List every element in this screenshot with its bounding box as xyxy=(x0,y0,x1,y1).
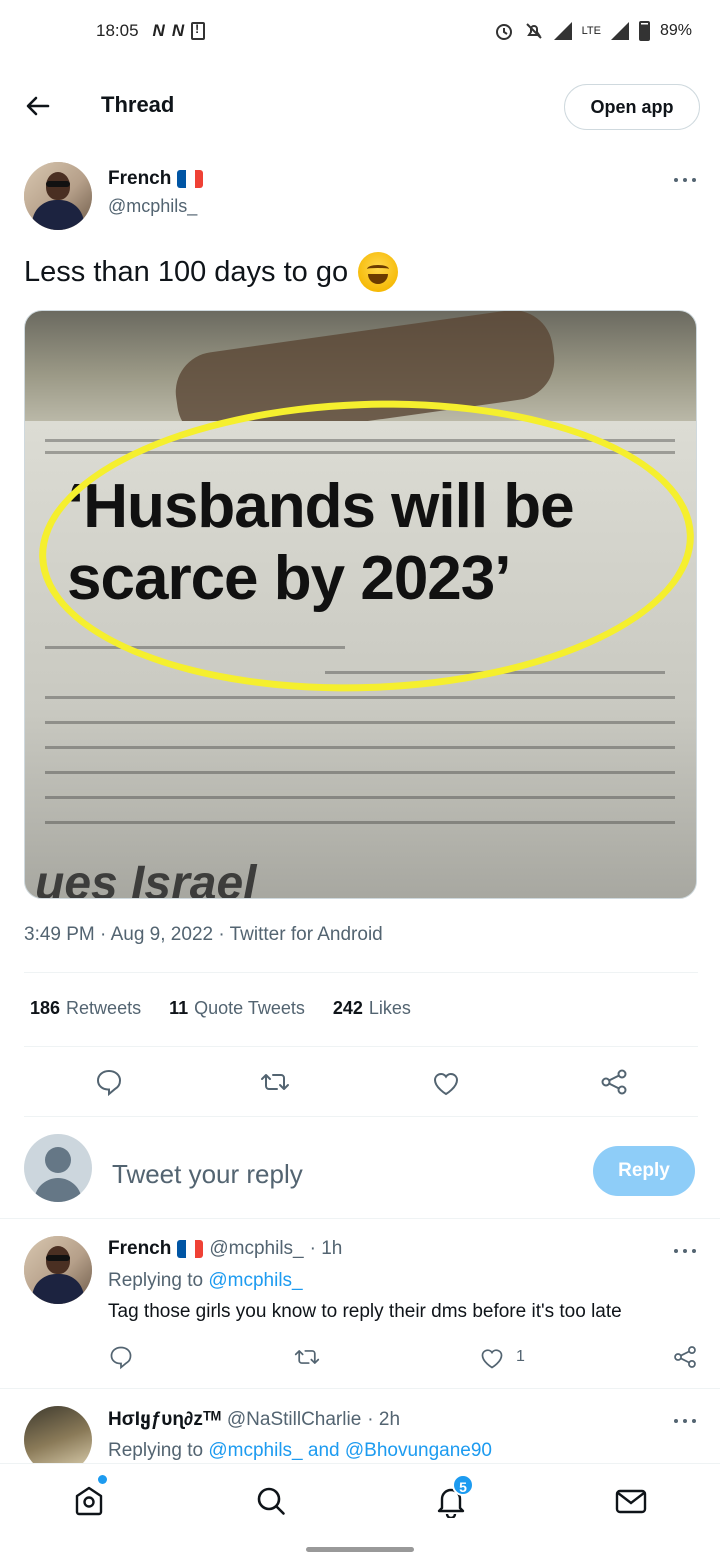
n-app-icon: N xyxy=(152,21,165,40)
reply-text: Tag those girls you know to reply their … xyxy=(108,1301,622,1322)
author-name-row[interactable]: French xyxy=(108,168,204,190)
tweet-text-row: Less than 100 days to go xyxy=(24,252,399,292)
reply-author-name[interactable]: HσƖყƒυɳ∂zᵀᴹ xyxy=(108,1408,221,1431)
reply-time: · 2h xyxy=(367,1408,401,1430)
france-flag-icon xyxy=(177,1240,204,1258)
network-type: LTE xyxy=(581,25,601,37)
like-icon[interactable] xyxy=(479,1345,505,1371)
like-icon[interactable] xyxy=(431,1068,461,1098)
retweet-icon[interactable] xyxy=(260,1067,290,1097)
tweet-text: Less than 100 days to go xyxy=(24,255,349,288)
replying-to: Replying to @mcphils_ xyxy=(108,1270,303,1292)
reply-header: French @mcphils_ · 1h xyxy=(108,1238,342,1260)
more-options-icon[interactable] xyxy=(674,1247,696,1255)
reply-icon[interactable] xyxy=(108,1344,134,1370)
replying-to: Replying to @mcphils_ and @Bhovungane90 xyxy=(108,1440,492,1462)
reply-header: HσƖყƒυɳ∂zᵀᴹ @NaStillCharlie · 2h xyxy=(108,1408,400,1431)
bottom-navigation: 5 xyxy=(0,1463,720,1560)
author-handle[interactable]: @mcphils_ xyxy=(108,196,197,217)
share-icon[interactable] xyxy=(599,1067,629,1097)
notification-badge: 5 xyxy=(452,1474,474,1496)
home-new-dot xyxy=(98,1475,107,1484)
quote-tweets-stat[interactable]: 11 Quote Tweets xyxy=(169,998,305,1019)
divider xyxy=(24,1116,698,1117)
reply-button[interactable]: Reply xyxy=(593,1146,695,1196)
replying-to-prefix: Replying to xyxy=(108,1270,209,1291)
home-icon[interactable] xyxy=(72,1484,106,1518)
tweet-stats: 186 Retweets 11 Quote Tweets 242 Likes xyxy=(30,998,411,1019)
alarm-icon xyxy=(495,24,512,40)
replying-to-prefix: Replying to xyxy=(108,1440,209,1461)
mute-icon xyxy=(525,23,542,39)
divider xyxy=(24,1046,698,1047)
notification-icons: N N xyxy=(153,21,206,41)
more-options-icon[interactable] xyxy=(674,176,696,184)
signal-icon xyxy=(553,22,572,40)
tweet-timestamp: 3:49 PM · Aug 9, 2022 · Twitter for Andr… xyxy=(24,924,383,945)
status-time: 18:05 xyxy=(96,21,139,40)
user-avatar-placeholder xyxy=(24,1134,92,1202)
n-app-icon: N xyxy=(171,21,184,40)
reply-icon[interactable] xyxy=(94,1067,124,1097)
open-app-button[interactable]: Open app xyxy=(564,84,700,130)
author-name: French xyxy=(108,168,172,189)
reply-avatar[interactable] xyxy=(24,1236,92,1304)
reply-author-handle[interactable]: @mcphils_ xyxy=(209,1238,303,1260)
replying-to-link[interactable]: @mcphils_ xyxy=(208,1270,302,1291)
reply-time: · 1h xyxy=(309,1238,343,1259)
divider xyxy=(24,972,698,973)
status-right: LTE 89% xyxy=(494,21,692,41)
image-bottom-text: ues Israel xyxy=(35,857,257,899)
reply-input[interactable] xyxy=(112,1156,552,1192)
reply-author-name[interactable]: French xyxy=(108,1238,171,1260)
like-count: 1 xyxy=(516,1348,525,1365)
tears-of-joy-emoji-icon xyxy=(358,252,399,292)
divider xyxy=(0,1218,720,1219)
back-arrow-icon[interactable] xyxy=(22,90,54,122)
retweet-icon[interactable] xyxy=(294,1344,320,1370)
sim-alert-icon xyxy=(191,22,206,40)
battery-icon xyxy=(638,21,650,41)
more-options-icon[interactable] xyxy=(674,1417,696,1425)
share-icon[interactable] xyxy=(672,1344,698,1370)
gesture-home-bar[interactable] xyxy=(306,1547,414,1552)
author-avatar[interactable] xyxy=(24,162,92,230)
tweet-image[interactable]: ‘Husbands will be scarce by 2023’ ues Is… xyxy=(24,310,697,899)
messages-envelope-icon[interactable] xyxy=(614,1484,648,1518)
status-bar: 18:05 N N LTE 89% xyxy=(0,0,720,62)
top-header: Thread Open app xyxy=(0,80,720,132)
likes-stat[interactable]: 242 Likes xyxy=(333,998,411,1019)
replying-to-link[interactable]: @mcphils_ and @Bhovungane90 xyxy=(208,1440,492,1461)
search-icon[interactable] xyxy=(254,1484,288,1518)
france-flag-icon xyxy=(177,170,204,188)
reply-author-handle[interactable]: @NaStillCharlie xyxy=(227,1409,361,1431)
retweets-stat[interactable]: 186 Retweets xyxy=(30,998,141,1019)
page-title: Thread xyxy=(101,92,175,117)
divider xyxy=(0,1388,720,1389)
battery-percent: 89% xyxy=(659,22,692,39)
signal-icon-2 xyxy=(610,22,629,40)
